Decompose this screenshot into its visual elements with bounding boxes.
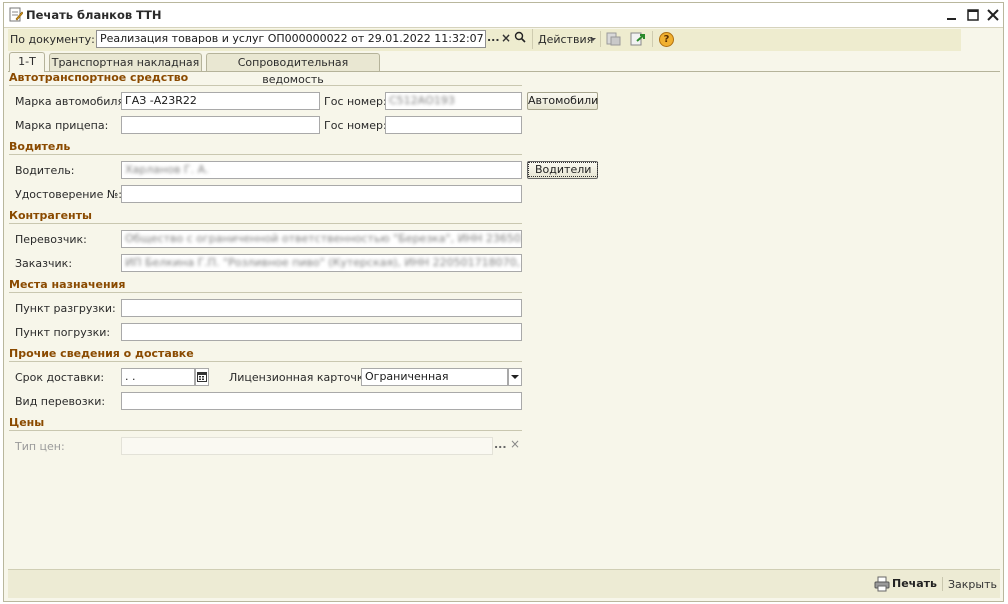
maximize-button[interactable]	[965, 7, 981, 23]
car-brand-field[interactable]: ГАЗ -А23R22	[121, 92, 320, 110]
trailer-plate-label: Гос номер:	[324, 119, 387, 132]
license-label: Удостоверение №:	[15, 188, 122, 201]
price-type-select-button: ...	[494, 438, 507, 451]
carrier-value: Общество с ограниченной ответственностью…	[125, 232, 521, 245]
document-edit-icon	[9, 7, 23, 22]
car-plate-value: С512АО193	[389, 94, 455, 107]
maximize-icon	[967, 9, 979, 21]
unload-point-field[interactable]	[121, 299, 522, 317]
section-divider	[9, 430, 522, 431]
close-window-button[interactable]	[985, 7, 1001, 23]
transport-type-label: Вид перевозки:	[15, 395, 106, 408]
chevron-down-icon	[511, 375, 519, 379]
section-divider	[9, 223, 522, 224]
car-brand-label: Марка автомобиля:	[15, 95, 128, 108]
trailer-plate-field[interactable]	[385, 116, 522, 134]
carrier-label: Перевозчик:	[15, 233, 87, 246]
price-type-field	[121, 437, 493, 455]
footer-separator	[942, 577, 943, 591]
cars-button[interactable]: Автомобили	[527, 92, 598, 110]
drivers-button-label: Водители	[528, 162, 599, 177]
driver-field[interactable]: Харланов Г. А.	[121, 161, 522, 179]
customer-label: Заказчик:	[15, 257, 73, 270]
title-bar: Печать бланков ТТН	[4, 3, 1003, 28]
toolbar-separator	[652, 31, 653, 47]
printer-icon	[874, 576, 890, 592]
price-type-label: Тип цен:	[15, 440, 65, 453]
trailer-label: Марка прицепа:	[15, 119, 109, 132]
drivers-button[interactable]: Водители	[527, 161, 599, 179]
actions-menu[interactable]: Действия	[538, 33, 593, 46]
driver-value: Харланов Г. А.	[125, 163, 209, 176]
section-destinations: Места назначения	[9, 278, 126, 291]
transport-type-field[interactable]	[121, 392, 522, 410]
license-card-dropdown-button[interactable]	[508, 368, 522, 386]
close-button[interactable]: Закрыть	[948, 578, 997, 591]
dropdown-arrow-icon	[590, 38, 596, 41]
toolbar-separator	[600, 31, 601, 47]
minimize-icon	[947, 18, 956, 20]
section-counterparties: Контрагенты	[9, 209, 92, 222]
load-point-field[interactable]	[121, 323, 522, 341]
main-window: Печать бланков ТТН По документу: Реализа…	[3, 2, 1004, 602]
car-plate-label: Гос номер:	[324, 95, 387, 108]
minimize-button[interactable]	[944, 7, 960, 23]
tab-transport-invoice[interactable]: Транспортная накладная	[49, 53, 202, 71]
price-type-clear-button: ×	[509, 437, 521, 451]
carrier-field[interactable]: Общество с ограниченной ответственностью…	[121, 230, 522, 248]
trailer-field[interactable]	[121, 116, 320, 134]
help-icon[interactable]: ?	[659, 32, 674, 47]
print-button-label: Печать	[892, 577, 937, 590]
document-open-button[interactable]	[513, 31, 527, 46]
section-divider	[9, 292, 522, 293]
load-point-label: Пункт погрузки:	[15, 326, 111, 339]
window-title: Печать бланков ТТН	[26, 8, 162, 22]
tab-1t[interactable]: 1-Т	[9, 52, 45, 72]
section-vehicle: Автотранспортное средство	[9, 71, 189, 84]
footer-bar: Печать Закрыть	[8, 569, 1000, 598]
delivery-term-field[interactable]: . .	[121, 368, 195, 386]
section-divider	[9, 85, 522, 86]
tab-accompanying-statement[interactable]: Сопроводительная ведомость	[206, 53, 380, 86]
command-bar: По документу: Реализация товаров и услуг…	[8, 29, 961, 51]
section-other-delivery: Прочие сведения о доставке	[9, 347, 194, 360]
section-divider	[9, 361, 522, 362]
customer-field[interactable]: ИП Белкина Г.П. "Розливное пиво" (Кутерс…	[121, 254, 522, 272]
document-field[interactable]: Реализация товаров и услуг ОП000000022 о…	[96, 30, 486, 48]
license-card-select[interactable]: Ограниченная	[361, 368, 508, 386]
section-divider	[9, 154, 522, 155]
printer-settings-icon[interactable]	[606, 31, 622, 47]
driver-label: Водитель:	[15, 164, 75, 177]
section-driver: Водитель	[9, 140, 71, 153]
magnifier-icon	[514, 31, 526, 43]
document-select-button[interactable]: ...	[487, 31, 500, 44]
license-field[interactable]	[121, 185, 522, 203]
document-label: По документу:	[10, 33, 95, 46]
license-card-label: Лицензионная карточка:	[229, 371, 374, 384]
toolbar-separator	[532, 29, 533, 49]
document-clear-button[interactable]: ×	[500, 31, 512, 45]
section-prices: Цены	[9, 416, 45, 429]
car-plate-field[interactable]: С512АО193	[385, 92, 522, 110]
export-icon[interactable]	[630, 31, 646, 47]
delivery-term-label: Срок доставки:	[15, 371, 105, 384]
calendar-button[interactable]	[195, 368, 209, 386]
unload-point-label: Пункт разгрузки:	[15, 302, 116, 315]
close-icon	[987, 9, 999, 21]
customer-value: ИП Белкина Г.П. "Розливное пиво" (Кутерс…	[125, 256, 521, 269]
calendar-icon	[197, 372, 207, 382]
